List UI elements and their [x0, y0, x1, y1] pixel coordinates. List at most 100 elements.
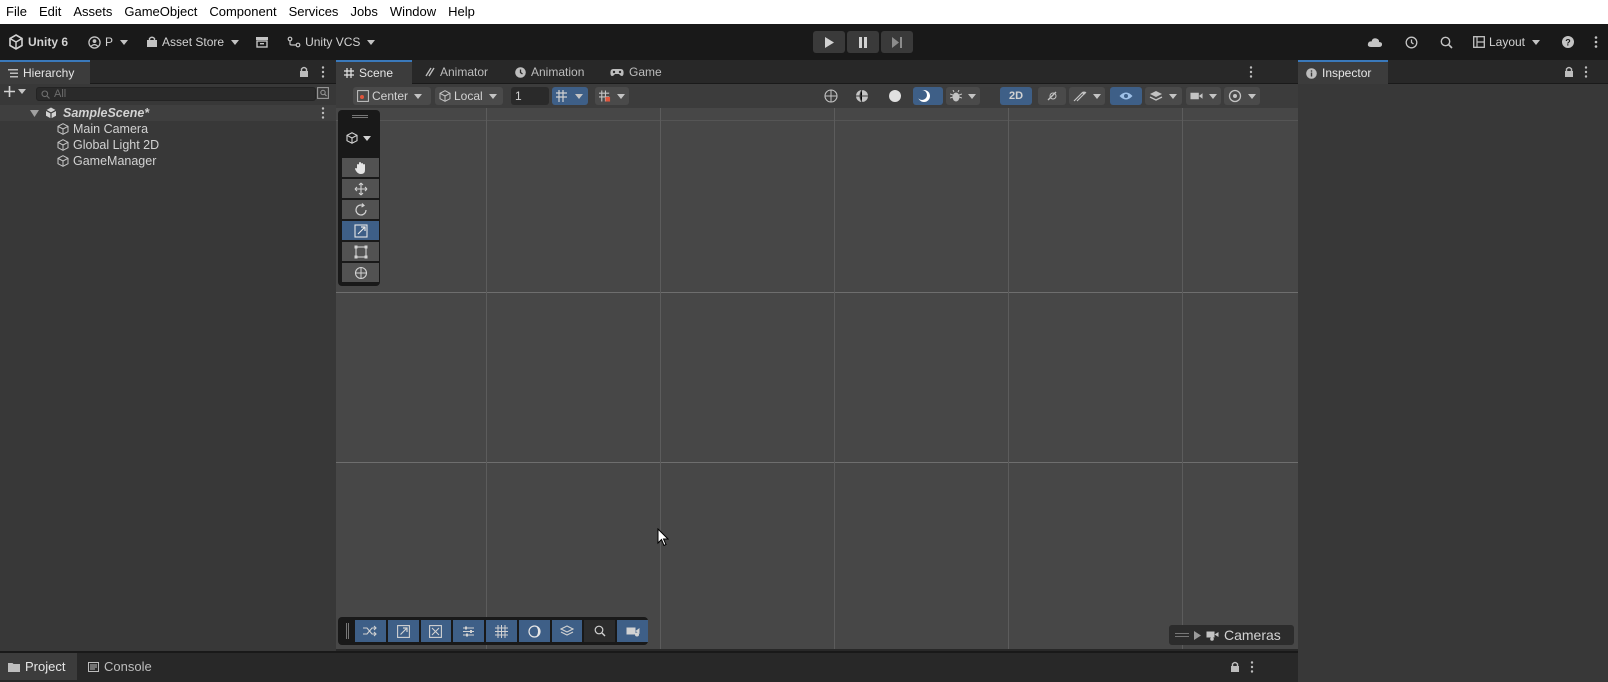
grid-visibility-toggle[interactable] — [552, 87, 588, 105]
effects-dropdown[interactable] — [1069, 87, 1105, 105]
kebab-menu-icon[interactable] — [1249, 66, 1253, 81]
play-button[interactable] — [813, 31, 845, 53]
snap-increment-input[interactable]: 1 — [511, 87, 549, 105]
scene-canvas[interactable]: Cameras — [336, 108, 1298, 649]
lock-icon[interactable] — [299, 66, 309, 80]
tab-game[interactable]: Game — [602, 60, 670, 84]
tools-overlay — [338, 110, 380, 286]
menu-assets[interactable]: Assets — [67, 0, 118, 24]
pause-button[interactable] — [847, 31, 879, 53]
kebab-menu-icon[interactable] — [1250, 661, 1254, 676]
draw-mode-button[interactable] — [820, 87, 844, 105]
help-button[interactable]: ? — [1558, 31, 1578, 53]
menu-edit[interactable]: Edit — [33, 0, 67, 24]
drag-handle-icon[interactable] — [346, 623, 349, 639]
scale-tool-button[interactable] — [342, 221, 379, 240]
menu-jobs[interactable]: Jobs — [344, 0, 383, 24]
account-label: P — [105, 35, 114, 49]
camera-icon — [1206, 631, 1219, 641]
rect-tool-button[interactable] — [342, 242, 379, 261]
lock-icon[interactable] — [1564, 66, 1574, 80]
cameras-overlay[interactable]: Cameras — [1169, 625, 1294, 645]
overlay-button-sliders[interactable] — [453, 620, 485, 642]
menu-services[interactable]: Services — [283, 0, 345, 24]
menu-file[interactable]: File — [0, 0, 33, 24]
svg-text:?: ? — [1565, 38, 1571, 48]
pivot-rotation-dropdown[interactable]: Local — [435, 87, 503, 105]
search-button[interactable] — [1436, 31, 1457, 53]
grid-line — [336, 120, 1298, 121]
toolbar-more-button[interactable] — [1590, 31, 1602, 53]
shaded-button[interactable] — [884, 87, 908, 105]
step-button[interactable] — [881, 31, 913, 53]
overlay-button-tilemap[interactable] — [486, 620, 517, 642]
kebab-menu-icon[interactable] — [321, 66, 325, 81]
chevron-down-icon — [367, 39, 376, 45]
tab-inspector[interactable]: Inspector — [1298, 60, 1388, 84]
menu-component[interactable]: Component — [203, 0, 282, 24]
unity-version-button[interactable]: Unity 6 — [4, 31, 72, 53]
search-scene-icon[interactable] — [317, 87, 329, 102]
hierarchy-tabbar: Hierarchy — [0, 60, 336, 84]
lighting-toggle[interactable] — [913, 87, 943, 105]
scene-row[interactable]: SampleScene* — [0, 105, 336, 121]
menu-help[interactable]: Help — [442, 0, 481, 24]
layers-dropdown[interactable] — [1145, 87, 1182, 105]
version-control-dropdown[interactable]: Unity VCS — [283, 31, 379, 53]
overlay-button-shuffle[interactable] — [355, 620, 386, 642]
tab-console[interactable]: Console — [80, 653, 160, 680]
cloud-button[interactable] — [1363, 31, 1387, 53]
tab-animator[interactable]: Animator — [417, 60, 496, 84]
hierarchy-panel: Hierarchy All SampleScene* Main Camera G… — [0, 60, 336, 651]
menu-window[interactable]: Window — [384, 0, 442, 24]
hierarchy-item[interactable]: GameManager — [0, 153, 336, 169]
overlay-button-camera[interactable] — [617, 620, 649, 642]
overlay-button-layers[interactable] — [551, 620, 583, 642]
kebab-menu-icon[interactable] — [1584, 66, 1588, 81]
tab-hierarchy[interactable]: Hierarchy — [0, 60, 90, 84]
camera-settings-dropdown[interactable] — [1186, 87, 1221, 105]
toolbar-right: Layout ? — [1363, 24, 1608, 60]
grid-snapping-toggle[interactable] — [595, 87, 629, 105]
tab-project[interactable]: Project — [0, 653, 77, 680]
hand-icon — [354, 161, 365, 174]
animator-icon — [425, 67, 435, 77]
mode-2d-toggle[interactable]: 2D — [1000, 87, 1032, 105]
grid-line — [336, 462, 1298, 463]
gizmos-dropdown[interactable] — [1224, 87, 1260, 105]
hierarchy-item[interactable]: Global Light 2D — [0, 137, 336, 153]
tab-scene[interactable]: Scene — [336, 60, 412, 84]
overlay-button-lighting[interactable] — [518, 620, 550, 642]
overlay-button-scale[interactable] — [387, 620, 419, 642]
scene-visibility-toggle[interactable] — [1110, 87, 1142, 105]
hierarchy-search-input[interactable]: All — [36, 87, 316, 101]
audio-toggle[interactable] — [1038, 87, 1066, 105]
transform-tool-button[interactable] — [342, 263, 379, 282]
account-dropdown[interactable]: P — [84, 31, 132, 53]
rotate-tool-button[interactable] — [342, 200, 379, 219]
asset-store-dropdown[interactable]: Asset Store — [142, 31, 243, 53]
lock-icon[interactable] — [1230, 661, 1240, 675]
create-dropdown[interactable] — [4, 86, 26, 97]
hierarchy-item[interactable]: Main Camera — [0, 121, 336, 137]
history-button[interactable] — [1401, 31, 1422, 53]
chevron-down-icon — [488, 93, 497, 99]
menu-gameobject[interactable]: GameObject — [118, 0, 203, 24]
package-manager-button[interactable] — [251, 31, 273, 53]
chevron-down-icon — [120, 39, 129, 45]
shaded-wireframe-button[interactable] — [851, 87, 875, 105]
debug-draw-dropdown[interactable] — [946, 87, 980, 105]
pivot-mode-dropdown[interactable]: Center — [353, 87, 431, 105]
bug-icon — [950, 90, 962, 102]
overlay-button-collider[interactable] — [420, 620, 452, 642]
kebab-menu-icon[interactable] — [321, 107, 325, 122]
tool-context-dropdown[interactable] — [346, 132, 371, 144]
tab-animation[interactable]: Animation — [507, 60, 592, 84]
move-tool-button[interactable] — [342, 179, 379, 198]
layout-dropdown[interactable]: Layout — [1469, 31, 1544, 53]
drag-handle-icon[interactable] — [352, 115, 368, 118]
hand-tool-button[interactable] — [342, 158, 379, 177]
search-placeholder: All — [54, 88, 67, 100]
overlay-button-search[interactable] — [584, 620, 616, 642]
sliders-icon — [463, 626, 475, 636]
